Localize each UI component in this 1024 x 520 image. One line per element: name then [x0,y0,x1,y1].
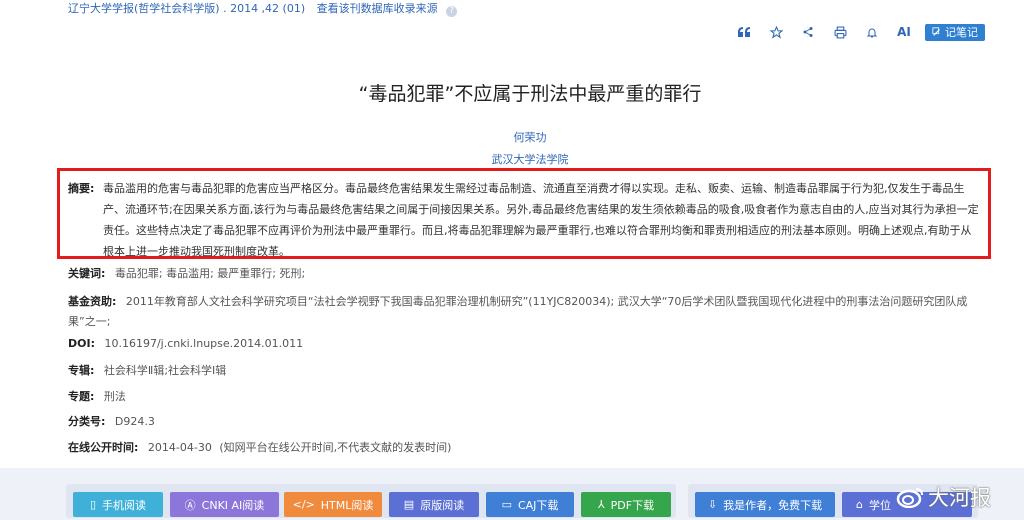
ai-icon: Ⓐ [184,498,196,512]
degree-label: 学位 [868,498,891,512]
class-row: 分类号: D924.3 [68,413,155,429]
class-value: D924.3 [114,415,155,428]
cnki-ai-read-button[interactable]: Ⓐ CNKI AI阅读 [170,492,279,517]
keywords-row: 关键词: 毒品犯罪; 毒品滥用; 最严重罪行; 死刑; [68,265,305,281]
edit-icon [932,27,940,36]
star-icon[interactable] [766,22,786,42]
journal-source-link[interactable]: 辽宁大学学报(哲学社会科学版) . 2014 ,42 (01) [68,2,305,15]
class-label: 分类号: [68,415,106,428]
series-value: 社会科学Ⅱ辑;社会科学Ⅰ辑 [103,364,227,377]
fund-row: 基金资助: 2011年教育部人文社会科学研究项目“法社会学视野下我国毒品犯罪治理… [68,292,980,332]
doi-row: DOI: 10.16197/j.cnki.lnupse.2014.01.011 [68,337,303,350]
keywords-links[interactable]: 毒品犯罪; 毒品滥用; 最严重罪行; 死刑; [115,267,305,280]
original-read-label: 原版阅读 [420,498,465,512]
doi-value[interactable]: 10.16197/j.cnki.lnupse.2014.01.011 [104,337,303,350]
quote-icon[interactable] [734,22,754,42]
article-toolbar: AI 记笔记 [734,22,985,42]
series-label: 专辑: [68,364,95,377]
phone-icon: ▯ [89,498,97,511]
caj-download-button[interactable]: ▭ CAJ下载 [486,492,574,517]
mobile-read-label: 手机阅读 [102,498,147,512]
cnki-ai-read-label: CNKI AI阅读 [201,498,265,512]
pdf-download-label: PDF下载 [610,498,655,512]
pdf-download-button[interactable]: ⅄ PDF下载 [581,492,671,517]
subject-label: 专题: [68,390,95,403]
weibo-logo-icon [896,488,923,508]
download-icon: ⇩ [707,498,718,511]
abstract-label: 摘要: [68,182,95,195]
caj-icon: ▭ [501,498,512,511]
ai-button[interactable]: AI [894,25,914,39]
mobile-read-button[interactable]: ▯ 手机阅读 [73,492,163,517]
author-link[interactable]: 何荣功 [0,129,1024,145]
book-icon: ▤ [403,498,415,511]
take-note-button[interactable]: 记笔记 [925,23,985,41]
db-note-link[interactable]: 查看该刊数据库收录来源 [317,2,438,15]
help-icon[interactable]: ? [446,6,458,17]
bell-icon[interactable] [862,22,882,42]
subject-value: 刑法 [103,390,126,403]
print-icon[interactable] [830,22,850,42]
author-free-download-label: 我是作者，免费下载 [723,498,823,512]
caj-download-label: CAJ下载 [517,498,559,512]
take-note-label: 记笔记 [945,25,978,39]
html-read-button[interactable]: </> HTML阅读 [284,492,382,517]
pubdate-value: 2014-04-30 [147,441,212,454]
subject-row: 专题: 刑法 [68,388,126,404]
code-icon: </> [292,498,315,511]
doi-label: DOI: [68,337,95,350]
pubdate-row: 在线公开时间: 2014-04-30 (知网平台在线公开时间,不代表文献的发表时… [68,439,451,455]
html-read-label: HTML阅读 [320,498,374,512]
degree-icon: ⌂ [856,498,863,511]
pubdate-label: 在线公开时间: [68,441,139,454]
keywords-label: 关键词: [68,267,106,280]
original-read-button[interactable]: ▤ 原版阅读 [389,492,479,517]
pdf-icon: ⅄ [597,498,605,511]
share-icon[interactable] [798,22,818,42]
abstract-text: 毒品滥用的危害与毒品犯罪的危害应当严格区分。毒品最终危害结果发生需经过毒品制造、… [103,182,979,258]
pubdate-note: (知网平台在线公开时间,不代表文献的发表时间) [219,441,452,454]
watermark: 大河报 [896,482,991,512]
fund-label: 基金资助: [68,295,117,308]
article-title: “毒品犯罪”不应属于刑法中最严重的罪行 [358,83,702,105]
watermark-text: 大河报 [928,486,991,510]
journal-source-line: 辽宁大学学报(哲学社会科学版) . 2014 ,42 (01) 查看该刊数据库收… [68,0,458,17]
series-row: 专辑: 社会科学Ⅱ辑;社会科学Ⅰ辑 [68,362,226,378]
organization-link[interactable]: 武汉大学法学院 [0,151,1024,167]
fund-text[interactable]: 2011年教育部人文社会科学研究项目“法社会学视野下我国毒品犯罪治理机制研究”(… [68,295,967,328]
author-free-download-button[interactable]: ⇩ 我是作者，免费下载 [695,492,835,517]
